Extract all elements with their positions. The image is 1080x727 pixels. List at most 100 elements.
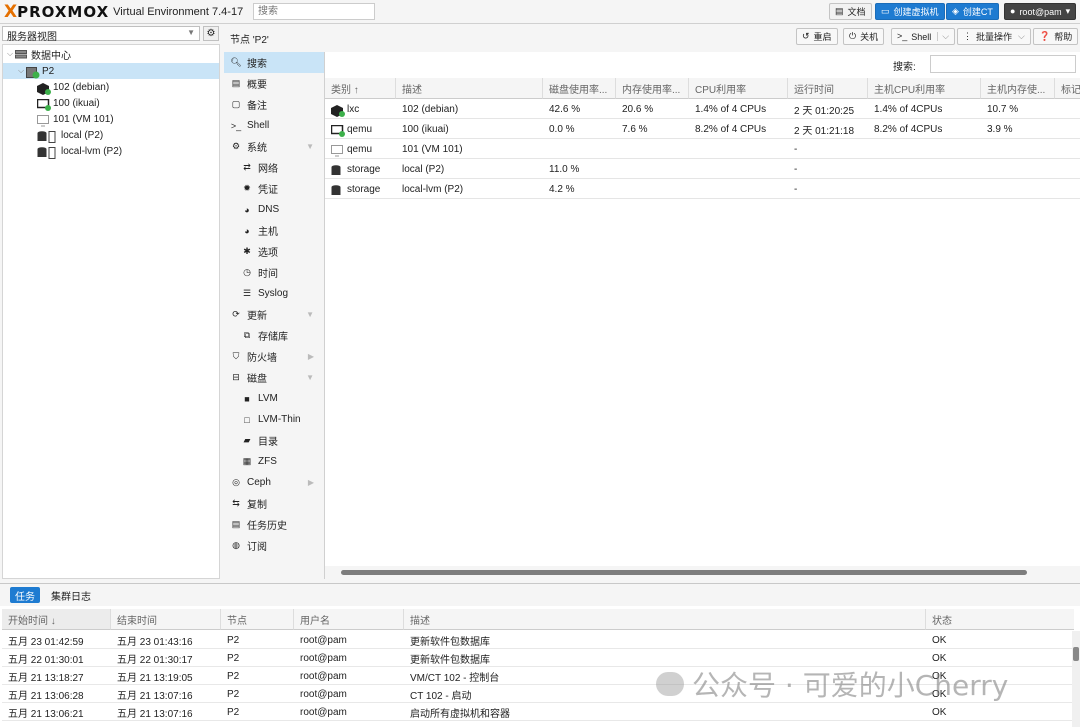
chevron-down-icon: ⌵ (6, 49, 14, 58)
network-icon: ⇄ (243, 162, 251, 172)
menu-item-ceph[interactable]: ◎ Ceph ▶ (224, 472, 324, 493)
task-row[interactable]: 五月 21 13:06:21 五月 21 13:07:16 P2 root@pa… (2, 703, 1074, 721)
proxmox-logo[interactable]: X PROXMOX Virtual Environment 7.4-17 (4, 3, 243, 21)
storage-icon (331, 164, 343, 175)
menu-item-time[interactable]: ◷ 时间 (224, 262, 324, 283)
column-header-memory[interactable]: 内存使用率... (616, 78, 689, 99)
menu-item-updates[interactable]: ⟳ 更新 ▼ (224, 304, 324, 325)
globe-icon: ◕ (244, 225, 250, 236)
menu-item-repositories[interactable]: ⧉ 存储库 (224, 325, 324, 346)
chevron-down-icon: ⌵ (1018, 31, 1025, 41)
menu-item-firewall[interactable]: ⛉ 防火墙 ▶ (224, 346, 324, 367)
vm-running-icon (36, 98, 51, 111)
terminal-icon: >_ (230, 120, 242, 131)
menu-item-zfs[interactable]: ▦ ZFS (224, 451, 324, 472)
gear-icon[interactable]: ⚙ (203, 26, 219, 41)
tree-item-vm-101[interactable]: 101 (VM 101) (3, 111, 219, 127)
menu-item-lvm-thin[interactable]: □ LVM-Thin (224, 409, 324, 430)
menu-item-hosts[interactable]: ◕ 主机 (224, 220, 324, 241)
column-header-description[interactable]: 描述 (404, 609, 926, 630)
column-header-host-memory[interactable]: 主机内存使... (981, 78, 1055, 99)
column-header-end-time[interactable]: 结束时间 (111, 609, 221, 630)
menu-item-replication[interactable]: ⇆ 复制 (224, 493, 324, 514)
scrollbar-thumb[interactable] (341, 570, 1027, 575)
menu-item-system[interactable]: ⚙ 系统 ▼ (224, 136, 324, 157)
column-header-start-time[interactable]: 开始时间 ↓ (2, 609, 111, 630)
tree-item-storage-local-lvm[interactable]: local-lvm (P2) (3, 143, 219, 159)
menu-item-certificates[interactable]: ✹ 凭证 (224, 178, 324, 199)
vertical-scrollbar[interactable] (1072, 631, 1080, 727)
menu-item-options[interactable]: ✱ 选项 (224, 241, 324, 262)
cube-icon: ◈ (952, 6, 959, 16)
column-header-status[interactable]: 状态 (926, 609, 1074, 630)
menu-item-notes[interactable]: ▢ 备注 (224, 94, 324, 115)
column-header-user[interactable]: 用户名 (294, 609, 404, 630)
menu-item-search[interactable]: 🔍︎ 搜索 (224, 52, 324, 73)
column-header-type[interactable]: 类别 ↑ (325, 78, 396, 99)
column-header-host-cpu[interactable]: 主机CPU利用率 (868, 78, 981, 99)
storage-icon (37, 146, 57, 159)
menu-item-directory[interactable]: ▰ 目录 (224, 430, 324, 451)
column-header-description[interactable]: 描述 (396, 78, 543, 99)
menu-item-dns[interactable]: ◕ DNS (224, 199, 324, 220)
help-icon: ❓ (1039, 31, 1051, 41)
menu-item-lvm[interactable]: ■ LVM (224, 388, 324, 409)
menu-item-summary[interactable]: ▤ 概要 (224, 73, 324, 94)
menu-item-subscription[interactable]: ◍ 订阅 (224, 535, 324, 556)
table-row[interactable]: storage local (P2) 11.0 % - (325, 159, 1080, 179)
table-row[interactable]: storage local-lvm (P2) 4.2 % - (325, 179, 1080, 199)
support-icon: ◍ (232, 540, 240, 550)
list-alt-icon: ▤ (231, 519, 241, 529)
table-row[interactable]: qemu 100 (ikuai) 0.0 % 7.6 % 8.2% of 4 C… (325, 119, 1080, 139)
chevron-down-icon: ⌵ (17, 66, 25, 75)
table-row[interactable]: lxc 102 (debian) 42.6 % 20.6 % 1.4% of 4… (325, 99, 1080, 119)
column-header-cpu[interactable]: CPU利用率 (689, 78, 788, 99)
menu-item-task-history[interactable]: ▤ 任务历史 (224, 514, 324, 535)
vm-stopped-icon (37, 114, 49, 126)
scrollbar-thumb[interactable] (1073, 647, 1079, 661)
chevron-down-icon: ⌵ (937, 32, 949, 41)
notes-icon: ▢ (231, 99, 241, 109)
help-button[interactable]: ❓ 帮助 (1033, 28, 1079, 45)
log-tabs: 任务 集群日志 (0, 584, 1080, 606)
user-menu-button[interactable]: ● root@pam ▾ (1004, 3, 1077, 20)
tree-item-datacenter[interactable]: ⌵ 数据中心 (3, 46, 219, 62)
container-running-icon (37, 82, 51, 95)
task-row[interactable]: 五月 23 01:42:59 五月 23 01:43:16 P2 root@pa… (2, 631, 1074, 649)
ellipsis-icon: ⋮ (963, 31, 972, 41)
docs-button[interactable]: ▤ 文档 (829, 3, 872, 20)
view-select[interactable]: 服务器视图 ▼ (2, 26, 200, 43)
create-vm-button[interactable]: ▭ 创建虚拟机 (875, 3, 945, 20)
storage-icon (37, 130, 57, 143)
container-running-icon (331, 104, 345, 117)
tab-cluster-log[interactable]: 集群日志 (46, 587, 96, 603)
column-header-disk[interactable]: 磁盘使用率... (543, 78, 616, 99)
column-header-node[interactable]: 节点 (221, 609, 294, 630)
horizontal-scrollbar[interactable] (325, 566, 1080, 579)
menu-item-syslog[interactable]: ☰ Syslog (224, 283, 324, 304)
create-ct-button[interactable]: ◈ 创建CT (946, 3, 999, 20)
shutdown-button[interactable]: ⏻ 关机 (843, 28, 885, 45)
square-icon: ■ (244, 393, 250, 404)
tab-tasks[interactable]: 任务 (10, 587, 40, 603)
tree-item-vm-100[interactable]: 100 (ikuai) (3, 95, 219, 111)
menu-item-network[interactable]: ⇄ 网络 (224, 157, 324, 178)
watermark: 公众号 · 可爱的小Cherry (656, 664, 1008, 704)
tree-item-ct-102[interactable]: 102 (debian) (3, 79, 219, 95)
column-header-tags[interactable]: 标记 (1055, 78, 1080, 99)
global-search-input[interactable] (253, 3, 375, 20)
resource-tree: ⌵ 数据中心 ⌵ P2 102 (debian) 100 (ikuai) 101… (2, 44, 220, 579)
column-header-uptime[interactable]: 运行时间 (788, 78, 868, 99)
table-row[interactable]: qemu 101 (VM 101) - (325, 139, 1080, 159)
resource-search-input[interactable] (930, 55, 1076, 73)
tree-item-storage-local[interactable]: local (P2) (3, 127, 219, 143)
bulk-actions-button[interactable]: ⋮ 批量操作 ⌵ (957, 28, 1031, 45)
menu-item-shell[interactable]: >_ Shell (224, 115, 324, 136)
chevron-down-icon: ▼ (306, 373, 314, 382)
power-icon: ⏻ (849, 31, 857, 41)
reboot-button[interactable]: ↺ 重启 (796, 28, 838, 45)
th-icon: ▦ (242, 456, 252, 466)
shell-button[interactable]: >_ Shell ⌵ (891, 28, 956, 45)
tree-item-node-p2[interactable]: ⌵ P2 (3, 63, 219, 79)
menu-item-disks[interactable]: ⊟ 磁盘 ▼ (224, 367, 324, 388)
